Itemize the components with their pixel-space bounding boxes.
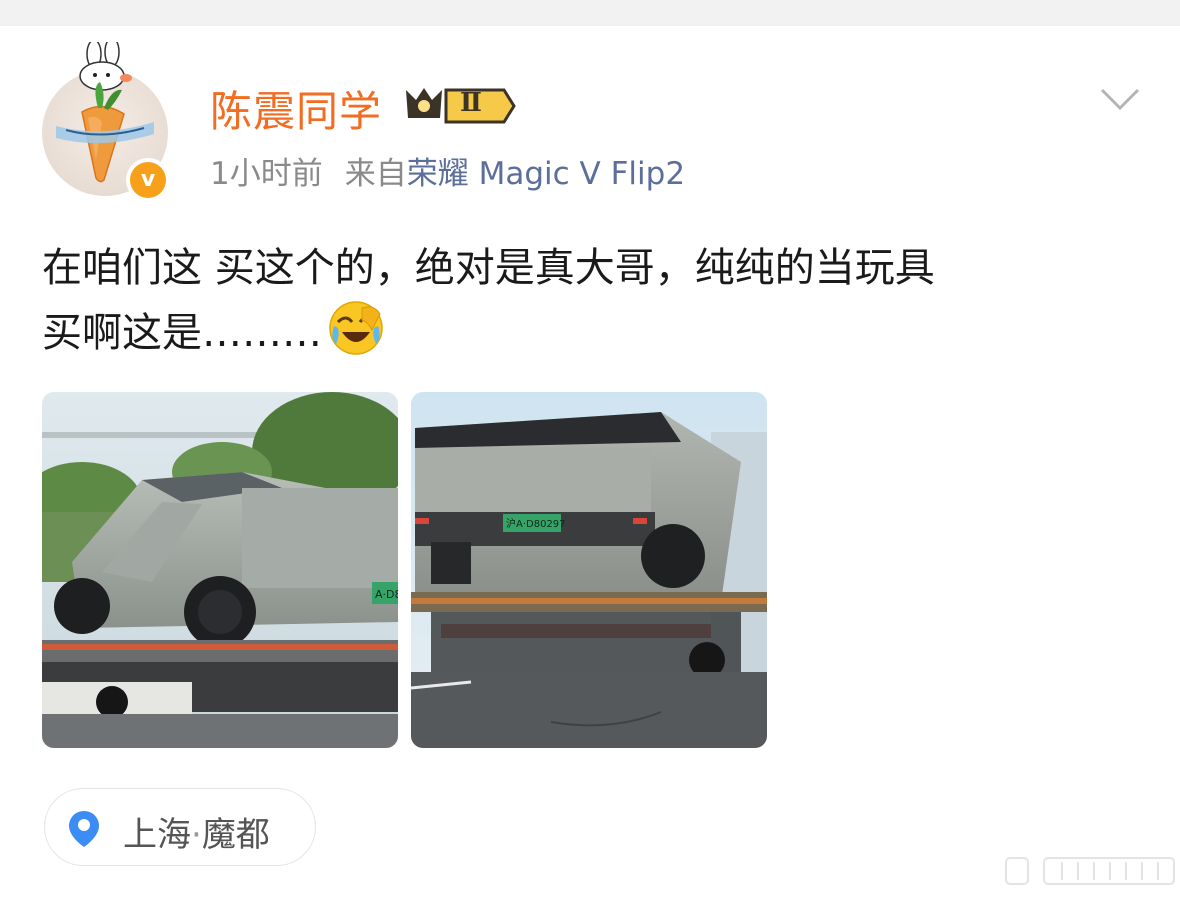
source-prefix: 来自 — [344, 156, 407, 192]
post-time: 1小时前 — [210, 156, 323, 192]
more-options-button[interactable] — [1100, 86, 1140, 116]
post-text-line-2: 买啊这是……… — [42, 310, 322, 356]
plate-text: 沪A·D80297 — [506, 517, 566, 530]
photo-image: A·D8 — [42, 392, 398, 748]
location-pin-icon — [67, 809, 101, 853]
location-place: 魔都 — [201, 815, 270, 855]
level-badge[interactable]: Ⅱ — [400, 84, 518, 132]
photo-image: 沪A·D80297 — [411, 392, 767, 748]
laugh-cry-emoji — [328, 300, 384, 375]
location-tag[interactable]: 上海·魔都 — [44, 788, 316, 866]
status-bar — [0, 0, 1180, 26]
level-label: Ⅱ — [460, 88, 482, 118]
location-city: 上海 — [123, 815, 191, 855]
verified-badge: v — [126, 158, 170, 202]
post-meta: 1小时前 来自荣耀 Magic V Flip2 — [210, 148, 685, 193]
plate-text: A·D8 — [375, 588, 398, 601]
photo-cybertruck-rear[interactable]: 沪A·D80297 — [411, 392, 767, 748]
username[interactable]: 陈震同学 — [210, 78, 382, 139]
verified-icon: v — [130, 162, 166, 198]
post-text: 在咱们这 买这个的，绝对是真大哥，纯纯的当玩具 买啊这是……… — [42, 236, 1132, 375]
location-separator: · — [191, 815, 202, 855]
device-link[interactable]: 荣耀 Magic V Flip2 — [407, 156, 685, 192]
photo-cybertruck-side[interactable]: A·D8 — [42, 392, 398, 748]
chevron-down-icon — [1100, 88, 1140, 111]
watermark-icon — [1005, 857, 1175, 885]
crown-icon — [406, 88, 516, 124]
post-text-line-1: 在咱们这 买这个的，绝对是真大哥，纯纯的当玩具 — [42, 245, 935, 291]
